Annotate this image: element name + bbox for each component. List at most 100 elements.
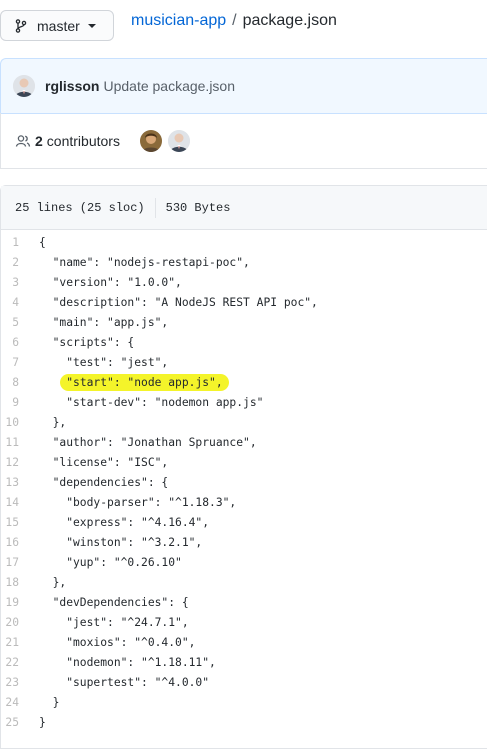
line-number[interactable]: 18	[1, 576, 39, 589]
latest-commit-bar: rglisson Update package.json	[0, 58, 487, 114]
code-line-text: "start-dev": "nodemon app.js"	[39, 395, 264, 409]
branch-select-button[interactable]: master	[0, 10, 114, 41]
line-number[interactable]: 5	[1, 316, 39, 329]
branch-label: master	[37, 17, 80, 34]
contributors-bar: 2 contributors	[0, 113, 487, 169]
line-number[interactable]: 2	[1, 256, 39, 269]
code-line: 7 "test": "jest",	[1, 352, 487, 372]
code-line: 17 "yup": "^0.26.10"	[1, 552, 487, 572]
file-lines-info: 25 lines (25 sloc)	[15, 200, 145, 215]
file-size-info: 530 Bytes	[165, 200, 231, 215]
code-line: 1{	[1, 232, 487, 252]
line-number[interactable]: 10	[1, 416, 39, 429]
code-line-text: "scripts": {	[39, 335, 135, 349]
code-line-text: "author": "Jonathan Spruance",	[39, 435, 257, 449]
breadcrumb-separator: /	[232, 12, 237, 29]
code-line-text: "dependencies": {	[39, 475, 169, 489]
line-number[interactable]: 13	[1, 476, 39, 489]
contributor-avatar[interactable]	[167, 129, 190, 152]
line-number[interactable]: 25	[1, 716, 39, 729]
code-line: 22 "nodemon": "^1.18.11",	[1, 652, 487, 672]
code-line: 10 },	[1, 412, 487, 432]
line-number[interactable]: 21	[1, 636, 39, 649]
code-line: 9 "start-dev": "nodemon app.js"	[1, 392, 487, 412]
code-line: 23 "supertest": "^4.0.0"	[1, 672, 487, 692]
code-line: 12 "license": "ISC",	[1, 452, 487, 472]
chevron-down-icon	[87, 23, 96, 28]
line-number[interactable]: 14	[1, 496, 39, 509]
code-block: 1{2 "name": "nodejs-restapi-poc", 3 "vers…	[1, 232, 487, 732]
commit-author-link[interactable]: rglisson	[45, 78, 99, 94]
git-branch-icon	[13, 18, 29, 34]
commit-message-link[interactable]: Update package.json	[103, 78, 235, 94]
line-number[interactable]: 9	[1, 396, 39, 409]
code-line-text: }	[39, 695, 60, 709]
code-line: 15 "express": "^4.16.4",	[1, 512, 487, 532]
repo-link[interactable]: musician-app	[131, 12, 226, 30]
breadcrumb: musician-app / package.json	[131, 12, 337, 30]
line-number[interactable]: 8	[1, 376, 39, 389]
file-viewer: 25 lines (25 sloc) 530 Bytes 1{2 "name":…	[0, 185, 487, 749]
code-line-text: "version": "1.0.0",	[39, 275, 182, 289]
code-line-text: },	[39, 575, 67, 589]
code-line: 8 "start": "node app.js",	[1, 372, 487, 392]
contributors-count[interactable]: 2	[35, 133, 43, 149]
code-line: 21 "moxios": "^0.4.0",	[1, 632, 487, 652]
code-line: 16 "winston": "^3.2.1",	[1, 532, 487, 552]
code-line-text: "winston": "^3.2.1",	[39, 535, 203, 549]
line-number[interactable]: 24	[1, 696, 39, 709]
line-number[interactable]: 22	[1, 656, 39, 669]
divider	[154, 197, 156, 218]
line-number[interactable]: 11	[1, 436, 39, 449]
code-line-text: }	[39, 715, 46, 729]
line-number[interactable]: 7	[1, 356, 39, 369]
code-line: 6 "scripts": {	[1, 332, 487, 352]
line-number[interactable]: 12	[1, 456, 39, 469]
code-line-text: "name": "nodejs-restapi-poc",	[39, 255, 250, 269]
code-line-text: "express": "^4.16.4",	[39, 515, 210, 529]
code-line-text: "yup": "^0.26.10"	[39, 555, 182, 569]
code-line-text: "description": "A NodeJS REST API poc",	[39, 295, 318, 309]
code-line-text: "moxios": "^0.4.0",	[39, 635, 196, 649]
line-number[interactable]: 19	[1, 596, 39, 609]
code-line: 19 "devDependencies": {	[1, 592, 487, 612]
code-line-text: "main": "app.js",	[39, 315, 169, 329]
highlighted-text: "start": "node app.js",	[60, 373, 229, 391]
line-number[interactable]: 20	[1, 616, 39, 629]
line-number[interactable]: 6	[1, 336, 39, 349]
line-number[interactable]: 4	[1, 296, 39, 309]
code-line-text: "nodemon": "^1.18.11",	[39, 655, 216, 669]
code-line: 14 "body-parser": "^1.18.3",	[1, 492, 487, 512]
code-line-text: "test": "jest",	[39, 355, 169, 369]
contributors-label[interactable]: contributors	[47, 133, 120, 149]
avatar[interactable]	[13, 75, 35, 97]
line-number[interactable]: 1	[1, 236, 39, 249]
file-name: package.json	[242, 12, 337, 29]
code-line: 5 "main": "app.js",	[1, 312, 487, 332]
code-line-text: "devDependencies": {	[39, 595, 189, 609]
code-line-text: "body-parser": "^1.18.3",	[39, 495, 237, 509]
code-line-text: "jest": "^24.7.1",	[39, 615, 189, 629]
code-line: 13 "dependencies": {	[1, 472, 487, 492]
code-line: 24 }	[1, 692, 487, 712]
code-line: 20 "jest": "^24.7.1",	[1, 612, 487, 632]
code-line-text: "supertest": "^4.0.0"	[39, 675, 210, 689]
line-number[interactable]: 15	[1, 516, 39, 529]
code-line: 2 "name": "nodejs-restapi-poc",	[1, 252, 487, 272]
file-info-header: 25 lines (25 sloc) 530 Bytes	[1, 186, 487, 230]
line-number[interactable]: 17	[1, 556, 39, 569]
code-line: 18 },	[1, 572, 487, 592]
code-line-text: },	[39, 415, 67, 429]
code-line: 4 "description": "A NodeJS REST API poc"…	[1, 292, 487, 312]
contributor-avatar[interactable]	[139, 129, 162, 152]
code-line-text: "start": "node app.js",	[39, 373, 229, 391]
code-line-text: {	[39, 235, 46, 249]
line-number[interactable]: 3	[1, 276, 39, 289]
code-line-text: "license": "ISC",	[39, 455, 169, 469]
line-number[interactable]: 23	[1, 676, 39, 689]
line-number[interactable]: 16	[1, 536, 39, 549]
code-line: 11 "author": "Jonathan Spruance",	[1, 432, 487, 452]
code-line: 3 "version": "1.0.0",	[1, 272, 487, 292]
code-line: 25}	[1, 712, 487, 732]
people-icon	[15, 133, 31, 149]
